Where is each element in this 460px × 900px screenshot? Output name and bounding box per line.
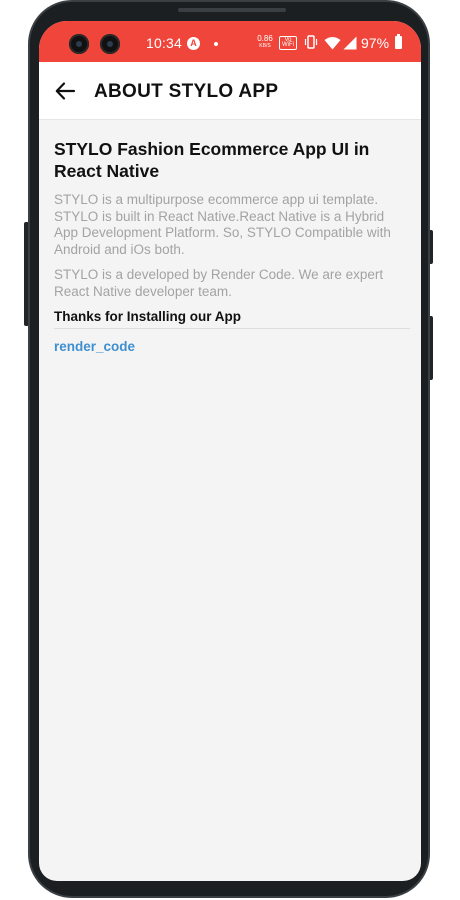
phone-screen: 10:34 A 0.86 KB/S Vo WiFi 97% ABOUT STYL… bbox=[39, 21, 421, 881]
vibrate-icon bbox=[304, 35, 318, 54]
about-content: STYLO Fashion Ecommerce App UI in React … bbox=[54, 138, 410, 356]
page-title: ABOUT STYLO APP bbox=[94, 81, 279, 102]
dot-icon bbox=[214, 42, 218, 46]
render-code-link[interactable]: render_code bbox=[54, 339, 135, 354]
about-developer-text: STYLO is a developed by Render Code. We … bbox=[54, 267, 384, 299]
phone-frame: 10:34 A 0.86 KB/S Vo WiFi 97% ABOUT STYL… bbox=[28, 0, 430, 898]
about-description: STYLO is a multipurpose ecommerce app ui… bbox=[54, 192, 391, 257]
network-speed-value: 0.86 bbox=[257, 34, 273, 43]
network-speed: 0.86 KB/S bbox=[255, 34, 275, 50]
app-notification-icon: A bbox=[187, 37, 200, 50]
front-camera-icon bbox=[69, 34, 89, 54]
phone-speaker-slot bbox=[178, 8, 286, 12]
battery-icon bbox=[395, 34, 402, 49]
about-title: STYLO Fashion Ecommerce App UI in React … bbox=[54, 139, 370, 181]
volte-wifi-icon: Vo WiFi bbox=[279, 36, 297, 50]
arrow-left-icon bbox=[55, 82, 76, 100]
network-speed-unit: KB/S bbox=[259, 43, 271, 49]
app-header: ABOUT STYLO APP bbox=[39, 62, 421, 120]
battery-percent: 97% bbox=[361, 35, 390, 51]
wifi-icon bbox=[324, 36, 341, 55]
signal-icon bbox=[343, 36, 357, 55]
thanks-text: Thanks for Installing our App bbox=[54, 309, 410, 329]
status-time: 10:34 bbox=[146, 35, 183, 51]
back-button[interactable] bbox=[51, 77, 79, 105]
status-bar: 10:34 A 0.86 KB/S Vo WiFi 97% bbox=[39, 21, 421, 62]
front-camera-icon bbox=[100, 34, 120, 54]
